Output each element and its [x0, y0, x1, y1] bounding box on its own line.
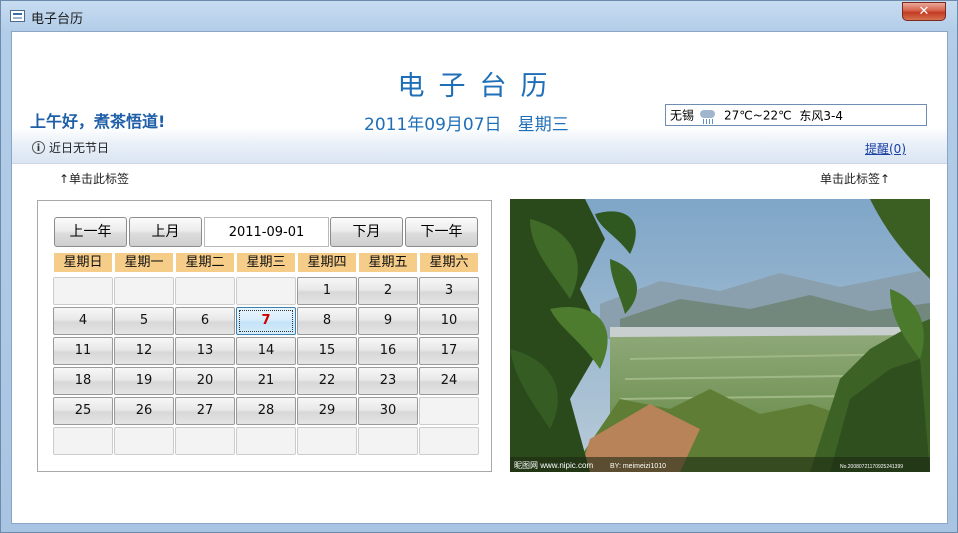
day-cell[interactable]: 15 [297, 337, 357, 365]
day-cell[interactable]: 24 [419, 367, 479, 395]
day-cell[interactable]: 27 [175, 397, 235, 425]
day-cell[interactable]: 5 [114, 307, 174, 335]
watermark-site: 昵图网 www.nipic.com [514, 461, 593, 470]
weather-city: 无锡 [670, 108, 695, 123]
weekday-header: 星期日 [53, 252, 113, 273]
day-cell[interactable]: 22 [297, 367, 357, 395]
header-band: 电子台历 上午好，煮茶悟道! 2011年09月07日 星期三 无锡 27℃~22℃… [12, 32, 947, 164]
day-cell-empty [419, 397, 479, 425]
app-icon [10, 10, 25, 22]
hint-label-left[interactable]: ↑单击此标签 [59, 170, 129, 187]
app-window: 电子台历 ✕ 电子台历 上午好，煮茶悟道! 2011年09月07日 星期三 无锡… [0, 0, 958, 533]
day-cell[interactable]: 30 [358, 397, 418, 425]
day-cell-today[interactable]: 7 [236, 307, 296, 335]
window-title: 电子台历 [31, 12, 84, 27]
day-cell[interactable]: 4 [53, 307, 113, 335]
day-cell-empty [236, 427, 296, 455]
holiday-info-text: 近日无节日 [49, 141, 110, 155]
landscape-photo-image: 昵图网 www.nipic.com BY: meimeizi1010 No.20… [510, 199, 930, 472]
weather-temp: 27℃~22℃ [724, 108, 792, 123]
weather-box: 无锡 27℃~22℃ 东风3-4 [665, 104, 927, 126]
day-cell[interactable]: 21 [236, 367, 296, 395]
holiday-info: i 近日无节日 [32, 139, 109, 156]
next-month-button[interactable]: 下月 [330, 217, 403, 247]
day-cell[interactable]: 10 [419, 307, 479, 335]
rain-cloud-icon [698, 107, 718, 125]
day-cell-empty [175, 277, 235, 305]
info-icon: i [32, 141, 45, 154]
day-cell[interactable]: 18 [53, 367, 113, 395]
day-cell-empty [175, 427, 235, 455]
month-field[interactable]: 2011-09-01 [204, 217, 329, 247]
day-cell[interactable]: 20 [175, 367, 235, 395]
day-cell[interactable]: 8 [297, 307, 357, 335]
day-cell-empty [114, 427, 174, 455]
weather-wind: 东风3-4 [799, 108, 843, 123]
day-cell[interactable]: 1 [297, 277, 357, 305]
watermark-author: BY: meimeizi1010 [610, 463, 666, 470]
day-cell[interactable]: 3 [419, 277, 479, 305]
client-area: 电子台历 上午好，煮茶悟道! 2011年09月07日 星期三 无锡 27℃~22℃… [11, 31, 948, 524]
day-cell[interactable]: 13 [175, 337, 235, 365]
day-cell[interactable]: 9 [358, 307, 418, 335]
day-cell[interactable]: 28 [236, 397, 296, 425]
weekday-header: 星期二 [175, 252, 235, 273]
day-cell[interactable]: 2 [358, 277, 418, 305]
day-cell[interactable]: 26 [114, 397, 174, 425]
prev-year-button[interactable]: 上一年 [54, 217, 127, 247]
day-cell-empty [236, 277, 296, 305]
reminder-link[interactable]: 提醒(0) [865, 140, 906, 157]
weekday-header: 星期四 [297, 252, 357, 273]
next-year-button[interactable]: 下一年 [405, 217, 478, 247]
day-cell[interactable]: 6 [175, 307, 235, 335]
weekday-header: 星期一 [114, 252, 174, 273]
day-cell[interactable]: 29 [297, 397, 357, 425]
day-cell-empty [358, 427, 418, 455]
weekday-header: 星期三 [236, 252, 296, 273]
day-cell[interactable]: 17 [419, 337, 479, 365]
day-cell[interactable]: 19 [114, 367, 174, 395]
day-cell[interactable]: 11 [53, 337, 113, 365]
day-cell[interactable]: 14 [236, 337, 296, 365]
day-cell[interactable]: 25 [53, 397, 113, 425]
day-cell-empty [419, 427, 479, 455]
weekday-header: 星期六 [419, 252, 479, 273]
greeting-text: 上午好，煮茶悟道! [30, 112, 166, 131]
hint-label-right[interactable]: 单击此标签↑ [820, 170, 890, 187]
day-cell-empty [297, 427, 357, 455]
day-cell[interactable]: 23 [358, 367, 418, 395]
watermark-number: No.20080721170925241399 [840, 464, 903, 470]
current-date: 2011年09月07日 星期三 [364, 115, 569, 135]
day-cell-empty [53, 277, 113, 305]
day-cell-empty [53, 427, 113, 455]
title-bar[interactable]: 电子台历 ✕ [1, 1, 957, 31]
calendar-panel: 上一年 上月 2011-09-01 下月 下一年 星期日 星期一 星期二 星期三… [37, 200, 492, 472]
weekday-header: 星期五 [358, 252, 418, 273]
day-cell[interactable]: 12 [114, 337, 174, 365]
day-cell-empty [114, 277, 174, 305]
landscape-photo[interactable]: 昵图网 www.nipic.com BY: meimeizi1010 No.20… [510, 199, 930, 472]
prev-month-button[interactable]: 上月 [129, 217, 202, 247]
day-cell[interactable]: 16 [358, 337, 418, 365]
close-button[interactable]: ✕ [902, 2, 946, 21]
app-heading: 电子台历 [397, 71, 562, 102]
